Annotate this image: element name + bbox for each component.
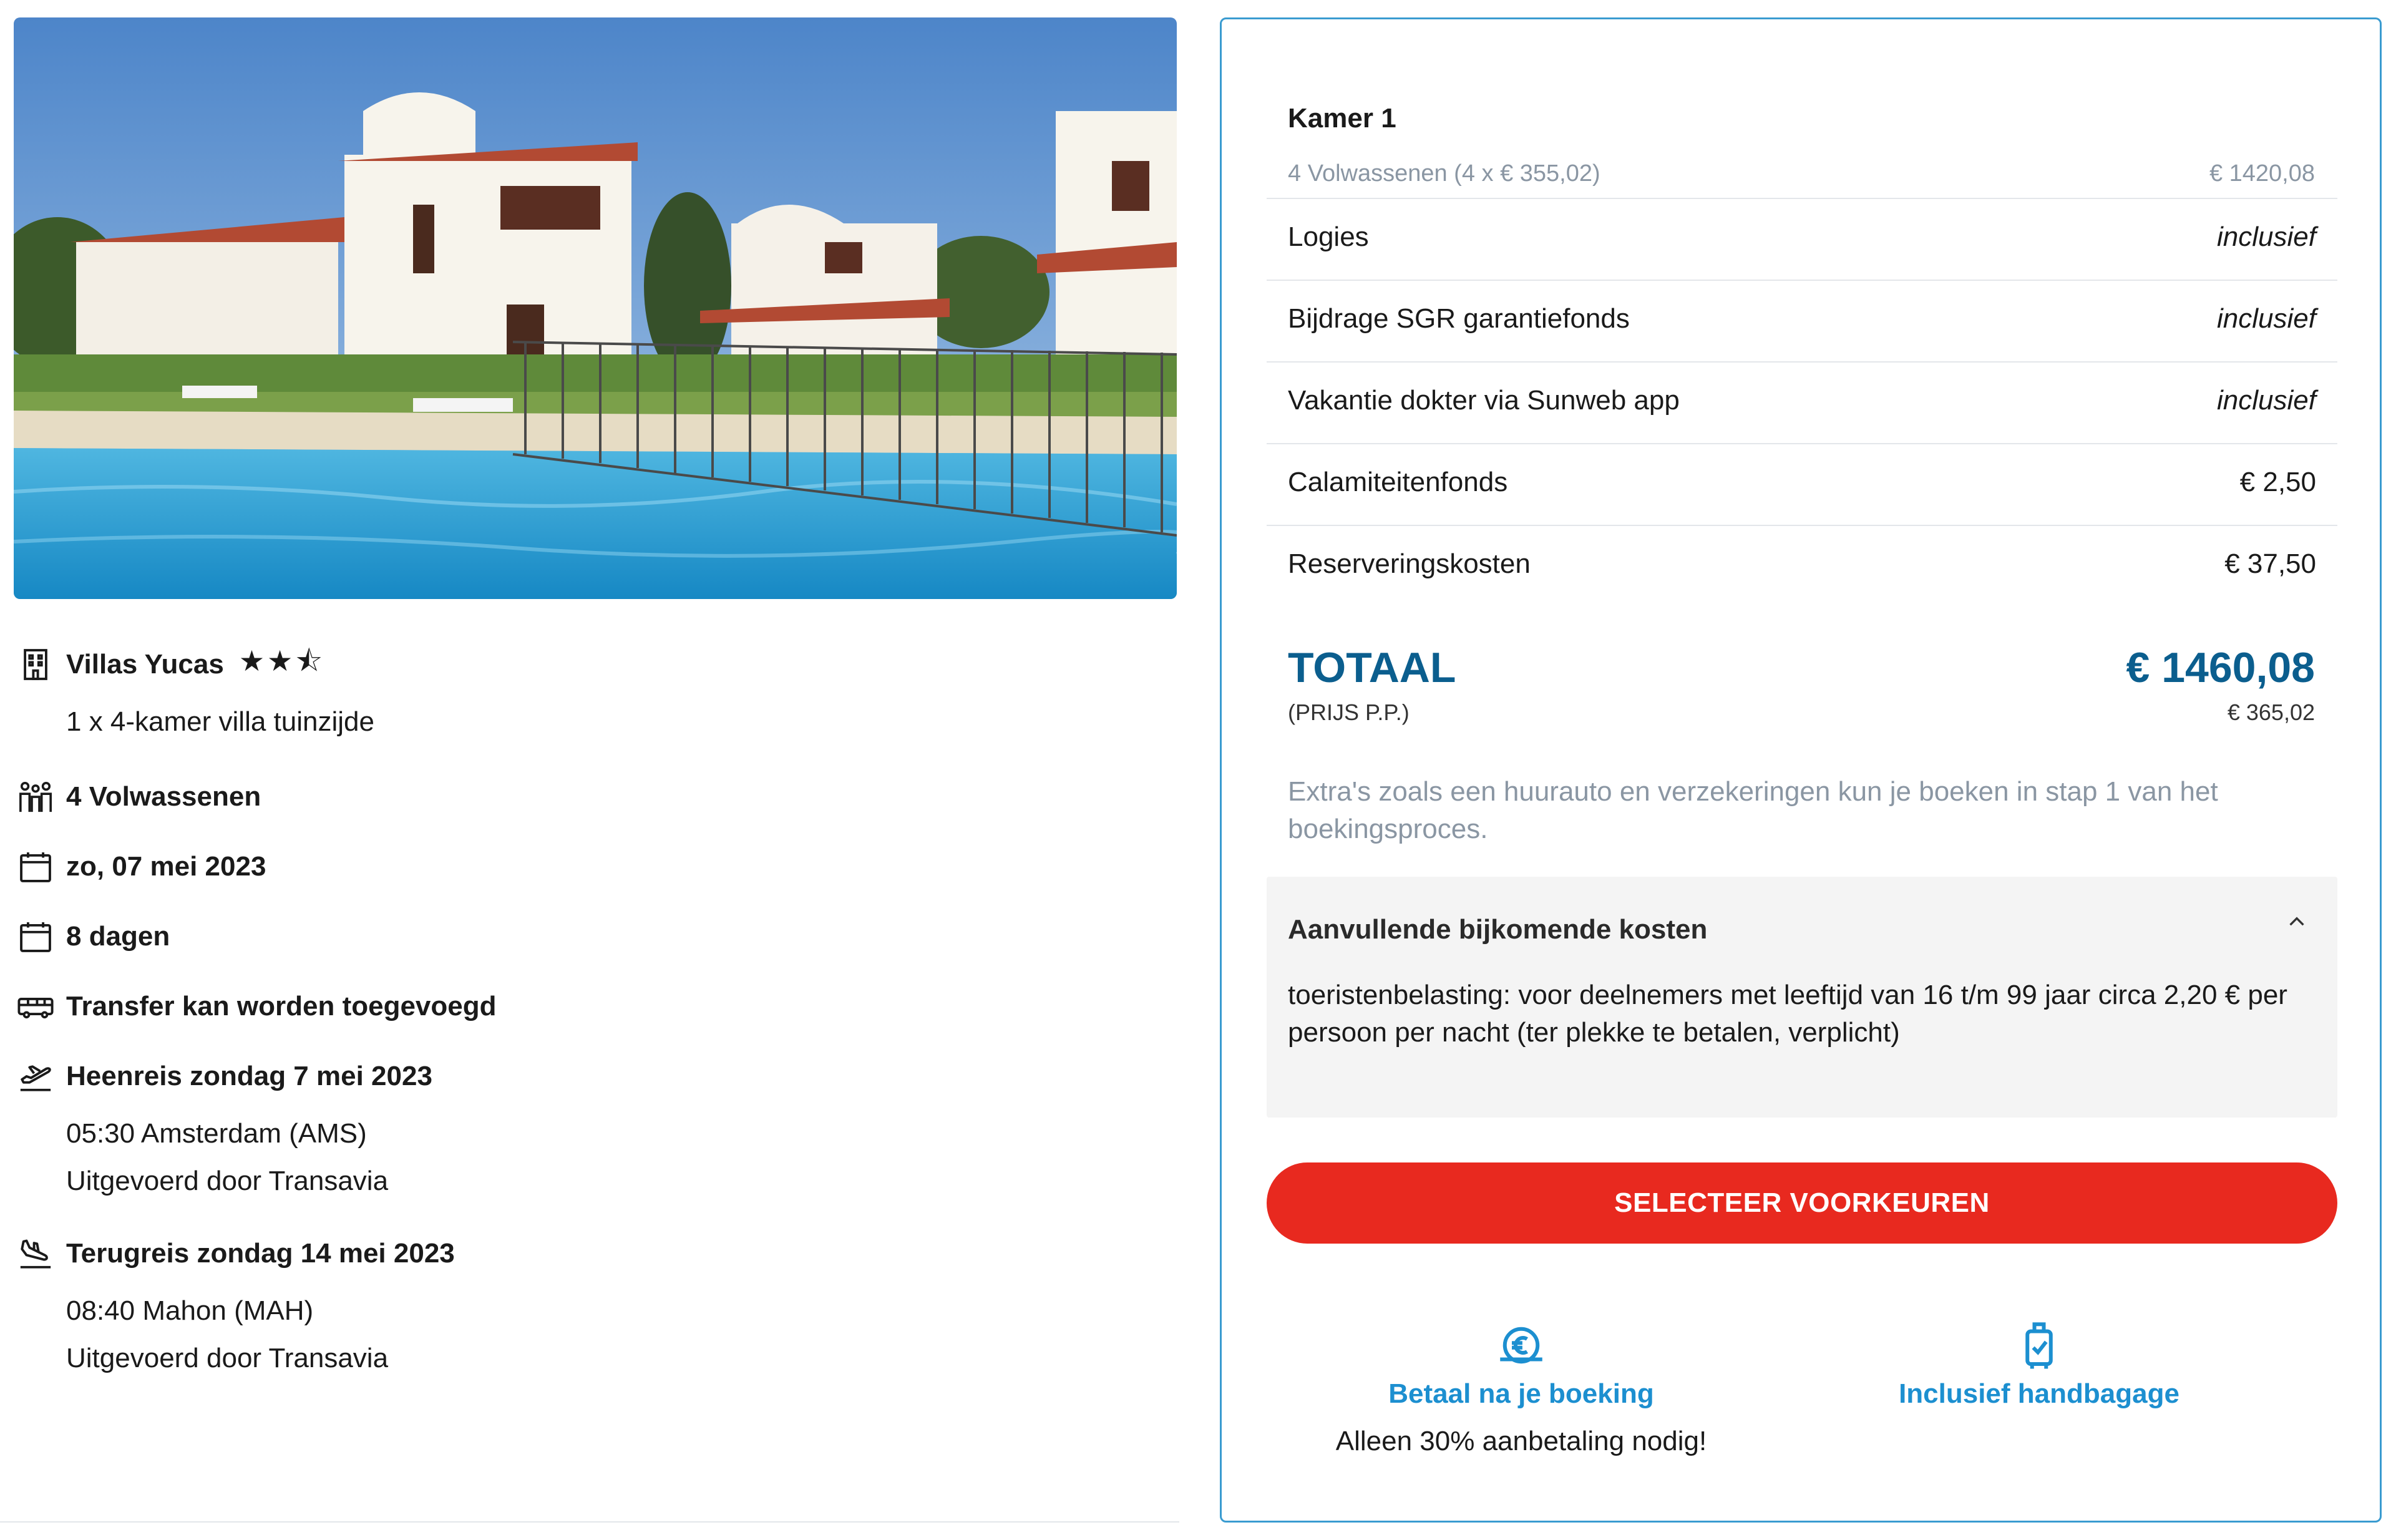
- accordion-title[interactable]: Aanvullende bijkomende kosten: [1288, 914, 1707, 945]
- hotel-name-row: Villas Yucas ★★⯪: [14, 643, 325, 686]
- room-title: Kamer 1: [1288, 103, 1396, 134]
- plane-landing-icon: [14, 1232, 57, 1275]
- extras-note: Extra's zoals een huurauto en verzekerin…: [1288, 776, 2218, 844]
- cost-label: Reserveringskosten: [1288, 548, 1531, 579]
- cost-label: Vakantie dokter via Sunweb app: [1288, 385, 1680, 416]
- select-preferences-button[interactable]: SELECTEER VOORKEUREN: [1267, 1162, 2337, 1244]
- bus-icon: [14, 985, 57, 1028]
- cost-label: Logies: [1288, 222, 1369, 252]
- outbound-time: 05:30 Amsterdam (AMS): [66, 1118, 367, 1149]
- cost-value: inclusief: [2217, 385, 2316, 416]
- transfer-row: Transfer kan worden toegevoegd: [14, 985, 497, 1028]
- travellers-row: 4 Volwassenen: [14, 775, 261, 819]
- travellers: 4 Volwassenen: [66, 781, 261, 812]
- duration-row: 8 dagen: [14, 915, 170, 958]
- total-label: TOTAAL: [1288, 644, 1456, 691]
- usp-title: Inclusief handbagage: [1899, 1378, 2179, 1409]
- cost-row-calamiteitenfonds: Calamiteitenfonds € 2,50: [1267, 443, 2337, 525]
- cost-label: Calamiteitenfonds: [1288, 467, 1508, 497]
- price-panel: Kamer 1 4 Volwassenen (4 x € 355,02) € 1…: [1220, 17, 2382, 1523]
- accordion-body: toeristenbelasting: voor deelnemers met …: [1288, 980, 2287, 1048]
- people-icon: [14, 775, 57, 819]
- date-row: zo, 07 mei 2023: [14, 845, 266, 889]
- cost-value: inclusief: [2217, 222, 2316, 252]
- hotel-photo[interactable]: [14, 17, 1177, 599]
- per-person-amount: € 365,02: [2227, 699, 2315, 725]
- return-time: 08:40 Mahon (MAH): [66, 1295, 314, 1326]
- bottom-divider: [0, 1521, 1179, 1523]
- cost-value: inclusief: [2217, 303, 2316, 334]
- outbound-carrier: Uitgevoerd door Transavia: [66, 1166, 389, 1196]
- plane-takeoff-icon: [14, 1055, 57, 1098]
- usp-hand-luggage: Inclusief handbagage: [1790, 1317, 2289, 1410]
- usp-pay-after-booking: Betaal na je boeking Alleen 30% aanbetal…: [1272, 1317, 1771, 1457]
- room-price-breakdown: 4 Volwassenen (4 x € 355,02): [1288, 160, 1600, 187]
- euro-payment-icon: [1500, 1327, 1542, 1364]
- building-icon: [14, 643, 57, 686]
- total-amount: € 1460,08: [2126, 644, 2315, 691]
- usp-title: Betaal na je boeking: [1388, 1378, 1654, 1409]
- room-price: € 1420,08: [2209, 160, 2315, 187]
- return-carrier: Uitgevoerd door Transavia: [66, 1343, 389, 1373]
- room-type: 1 x 4-kamer villa tuinzijde: [66, 706, 374, 737]
- additional-costs-accordion[interactable]: Aanvullende bijkomende kosten toeristenb…: [1267, 877, 2337, 1118]
- cost-row-sgr: Bijdrage SGR garantiefonds inclusief: [1267, 280, 2337, 361]
- per-person-label: (PRIJS P.P.): [1288, 699, 1410, 725]
- outbound-title: Heenreis zondag 7 mei 2023: [66, 1061, 432, 1091]
- calendar-icon: [14, 845, 57, 889]
- hand-luggage-icon: [2025, 1322, 2053, 1369]
- transfer-info: Transfer kan worden toegevoegd: [66, 991, 497, 1021]
- chevron-up-icon[interactable]: [2281, 907, 2312, 938]
- cost-row-vakantie-dokter: Vakantie dokter via Sunweb app inclusief: [1267, 361, 2337, 443]
- hotel-photo-image: [14, 17, 1177, 599]
- duration: 8 dagen: [66, 921, 170, 952]
- return-row: Terugreis zondag 14 mei 2023: [14, 1232, 455, 1275]
- cost-value: € 2,50: [2239, 467, 2316, 497]
- cost-row-reserveringskosten: Reserveringskosten € 37,50: [1267, 525, 2337, 607]
- usp-description: Alleen 30% aanbetaling nodig!: [1335, 1426, 1707, 1456]
- departure-date: zo, 07 mei 2023: [66, 851, 266, 882]
- calendar-icon: [14, 915, 57, 958]
- outbound-row: Heenreis zondag 7 mei 2023: [14, 1055, 432, 1098]
- cost-value: € 37,50: [2224, 548, 2316, 579]
- cost-label: Bijdrage SGR garantiefonds: [1288, 303, 1630, 334]
- cost-row-logies: Logies inclusief: [1267, 198, 2337, 280]
- hotel-stars: ★★⯪: [238, 645, 325, 677]
- return-title: Terugreis zondag 14 mei 2023: [66, 1238, 455, 1269]
- hotel-name: Villas Yucas: [66, 649, 224, 680]
